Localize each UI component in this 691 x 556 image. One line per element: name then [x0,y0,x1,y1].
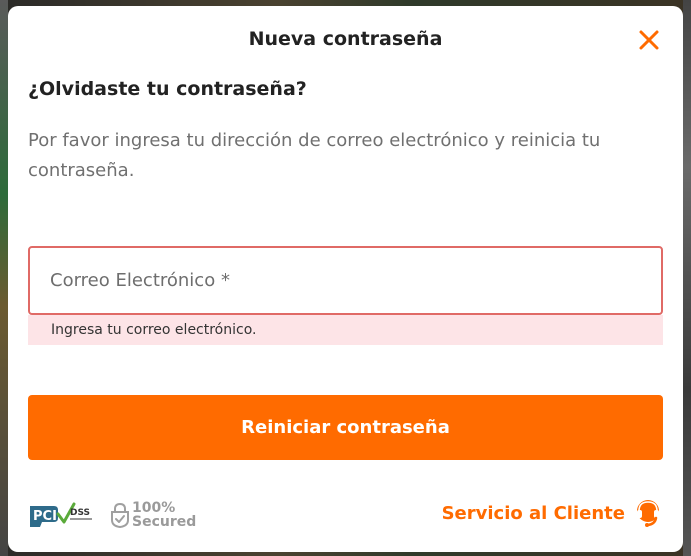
forgot-password-heading: ¿Olvidaste tu contraseña? [28,78,307,100]
background-page-left-edge [0,0,8,556]
customer-service-link[interactable]: Servicio al Cliente [442,498,663,528]
background-page-right-edge [683,0,691,556]
email-error-message: Ingresa tu correo electrónico. [28,315,663,345]
svg-text:PCI: PCI [33,509,57,524]
reset-password-modal: Nueva contraseña ¿Olvidaste tu contraseñ… [8,6,683,552]
headset-icon [637,500,659,527]
instructions-text: Por favor ingresa tu dirección de correo… [28,130,601,181]
shield-check-icon [111,502,129,528]
svg-text:DSS: DSS [70,508,90,518]
pci-dss-icon: PCI DSS [30,502,92,527]
reset-password-button[interactable]: Reiniciar contraseña [28,395,663,460]
secured-badge: 100% Secured [111,500,196,530]
customer-service-label: Servicio al Cliente [441,502,625,524]
secured-label: Secured [132,514,197,530]
modal-title: Nueva contraseña [248,28,443,50]
secured-percent: 100% [132,500,176,516]
close-icon [639,30,659,50]
close-button[interactable] [637,28,661,52]
email-field[interactable] [28,246,663,315]
